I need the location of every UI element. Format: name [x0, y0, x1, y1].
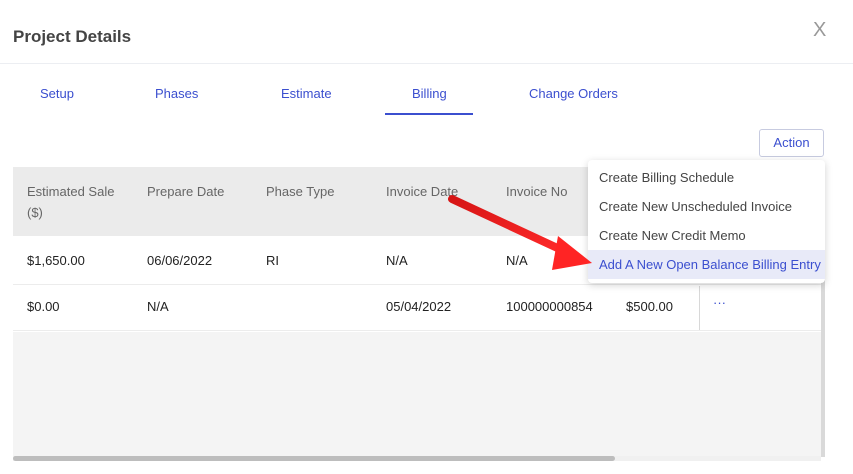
header-phase-type[interactable]: Phase Type [266, 181, 334, 202]
tab-estimate[interactable]: Estimate [281, 86, 332, 101]
dialog-title: Project Details [13, 27, 132, 46]
row-divider [699, 286, 700, 330]
tab-phases[interactable]: Phases [155, 86, 198, 101]
menu-item-create-credit-memo[interactable]: Create New Credit Memo [588, 221, 825, 250]
header-prepare-date[interactable]: Prepare Date [147, 181, 224, 202]
row-more-icon[interactable]: ··· [713, 295, 726, 310]
header-invoice-date[interactable]: Invoice Date [386, 181, 458, 202]
cell-invoice-date: 05/04/2022 [386, 299, 452, 314]
action-button[interactable]: Action [759, 129, 824, 157]
menu-item-create-unscheduled-invoice[interactable]: Create New Unscheduled Invoice [588, 192, 825, 221]
cell-invoice-no: 100000000854 [506, 299, 593, 314]
header-divider [0, 63, 853, 64]
tab-billing[interactable]: Billing [412, 86, 447, 101]
cell-estimated-sale: $1,650.00 [27, 253, 85, 268]
action-dropdown-menu: Create Billing Schedule Create New Unsch… [588, 160, 825, 283]
tab-setup[interactable]: Setup [40, 86, 74, 101]
header-invoice-no[interactable]: Invoice No [506, 181, 567, 202]
active-tab-indicator [385, 113, 473, 115]
table-empty-area [13, 332, 821, 456]
cell-invoice-date: N/A [386, 253, 408, 268]
horizontal-scrollbar-thumb[interactable] [13, 456, 615, 461]
cell-phase-type: RI [266, 253, 279, 268]
cell-prepare-date: 06/06/2022 [147, 253, 213, 268]
tab-change-orders[interactable]: Change Orders [529, 86, 618, 101]
close-icon[interactable]: X [813, 20, 826, 40]
header-estimated-sale[interactable]: Estimated Sale ($) [27, 181, 127, 223]
cell-prepare-date: N/A [147, 299, 169, 314]
cell-invoice-no: N/A [506, 253, 528, 268]
cell-estimated-sale: $0.00 [27, 299, 60, 314]
menu-item-open-balance-billing-entry[interactable]: Add A New Open Balance Billing Entry [588, 250, 825, 279]
cell-amount: $500.00 [626, 299, 673, 314]
menu-item-create-billing-schedule[interactable]: Create Billing Schedule [588, 163, 825, 192]
